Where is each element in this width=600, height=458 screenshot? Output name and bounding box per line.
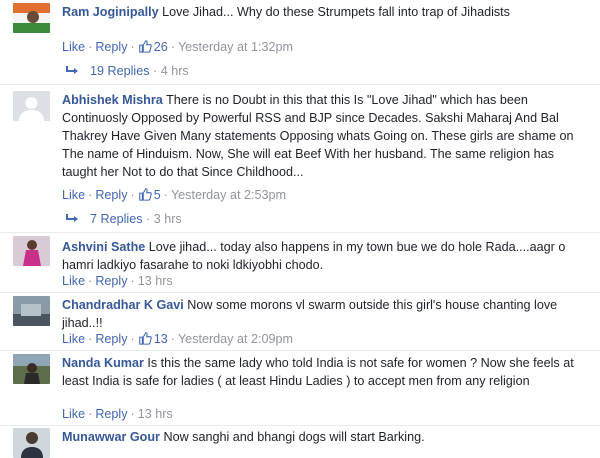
like-link[interactable]: Like: [62, 407, 85, 421]
like-count[interactable]: 26: [138, 40, 168, 54]
like-link[interactable]: Like: [62, 332, 85, 346]
comment-actions: Like · Reply · 13 · Yesterday at 2:09pm: [62, 332, 293, 346]
comment-time[interactable]: Yesterday at 2:09pm: [178, 332, 293, 346]
comment-body: Nanda Kumar Is this the same lady who to…: [62, 354, 592, 390]
comment-author[interactable]: Abhishek Mishra: [62, 93, 163, 107]
thumbs-up-icon: [138, 40, 152, 53]
reply-arrow-icon: [66, 214, 78, 222]
view-replies[interactable]: 19 Replies · 4 hrs: [66, 63, 189, 79]
comment-body: Ram Joginipally Love Jihad... Why do the…: [62, 3, 592, 21]
reply-link[interactable]: Reply: [95, 40, 127, 54]
comment-time[interactable]: Yesterday at 1:32pm: [178, 40, 293, 54]
comment-text: Now sanghi and bhangi dogs will start Ba…: [163, 430, 425, 444]
like-count-value: 5: [153, 188, 161, 202]
divider: [0, 292, 600, 293]
comment-actions: Like · Reply · 13 hrs: [62, 407, 173, 421]
comment-time[interactable]: Yesterday at 2:53pm: [171, 188, 286, 202]
comment-author[interactable]: Ashvini Sathe: [62, 240, 145, 254]
comment-time[interactable]: 13 hrs: [138, 407, 173, 421]
thumbs-up-icon: [138, 332, 152, 345]
like-count-value: 26: [153, 40, 168, 54]
reply-link[interactable]: Reply: [95, 188, 127, 202]
comment-actions: Like · Reply · 5 · Yesterday at 2:53pm: [62, 188, 286, 202]
replies-count[interactable]: 7 Replies: [90, 212, 143, 226]
reply-link[interactable]: Reply: [95, 332, 127, 346]
comment-author[interactable]: Chandradhar K Gavi: [62, 298, 184, 312]
comment-body: Chandradhar K Gavi Now some morons vl sw…: [62, 296, 592, 332]
divider: [0, 350, 600, 351]
comment-actions: Like · Reply · 13 hrs: [62, 274, 173, 288]
like-link[interactable]: Like: [62, 188, 85, 202]
thumbs-up-icon: [138, 188, 152, 201]
reply-arrow-icon: [66, 66, 78, 74]
divider: [0, 425, 600, 426]
divider: [0, 84, 600, 85]
comment-author[interactable]: Nanda Kumar: [62, 356, 144, 370]
avatar[interactable]: [13, 3, 50, 33]
replies-time: 3 hrs: [153, 212, 182, 226]
avatar[interactable]: [13, 354, 50, 384]
comment-text: Love Jihad... Why do these Strumpets fal…: [162, 5, 510, 19]
replies-count[interactable]: 19 Replies: [90, 64, 150, 78]
like-count[interactable]: 13: [138, 332, 168, 346]
reply-link[interactable]: Reply: [95, 274, 127, 288]
like-link[interactable]: Like: [62, 274, 85, 288]
comment-body: Ashvini Sathe Love jihad... today also h…: [62, 238, 592, 274]
reply-link[interactable]: Reply: [95, 407, 127, 421]
like-count-value: 13: [153, 332, 168, 346]
comment-time[interactable]: 13 hrs: [138, 274, 173, 288]
comment-body: Munawwar Gour Now sanghi and bhangi dogs…: [62, 428, 592, 446]
comment-body: Abhishek Mishra There is no Doubt in thi…: [62, 91, 592, 181]
divider: [0, 232, 600, 233]
like-count[interactable]: 5: [138, 188, 161, 202]
comment-author[interactable]: Munawwar Gour: [62, 430, 160, 444]
comment-author[interactable]: Ram Joginipally: [62, 5, 159, 19]
avatar[interactable]: [13, 296, 50, 326]
comment-actions: Like · Reply · 26 · Yesterday at 1:32pm: [62, 40, 293, 54]
avatar[interactable]: [13, 428, 50, 458]
avatar[interactable]: [13, 236, 50, 266]
avatar[interactable]: [13, 91, 50, 121]
view-replies[interactable]: 7 Replies · 3 hrs: [66, 211, 182, 227]
like-link[interactable]: Like: [62, 40, 85, 54]
replies-time: 4 hrs: [160, 64, 189, 78]
